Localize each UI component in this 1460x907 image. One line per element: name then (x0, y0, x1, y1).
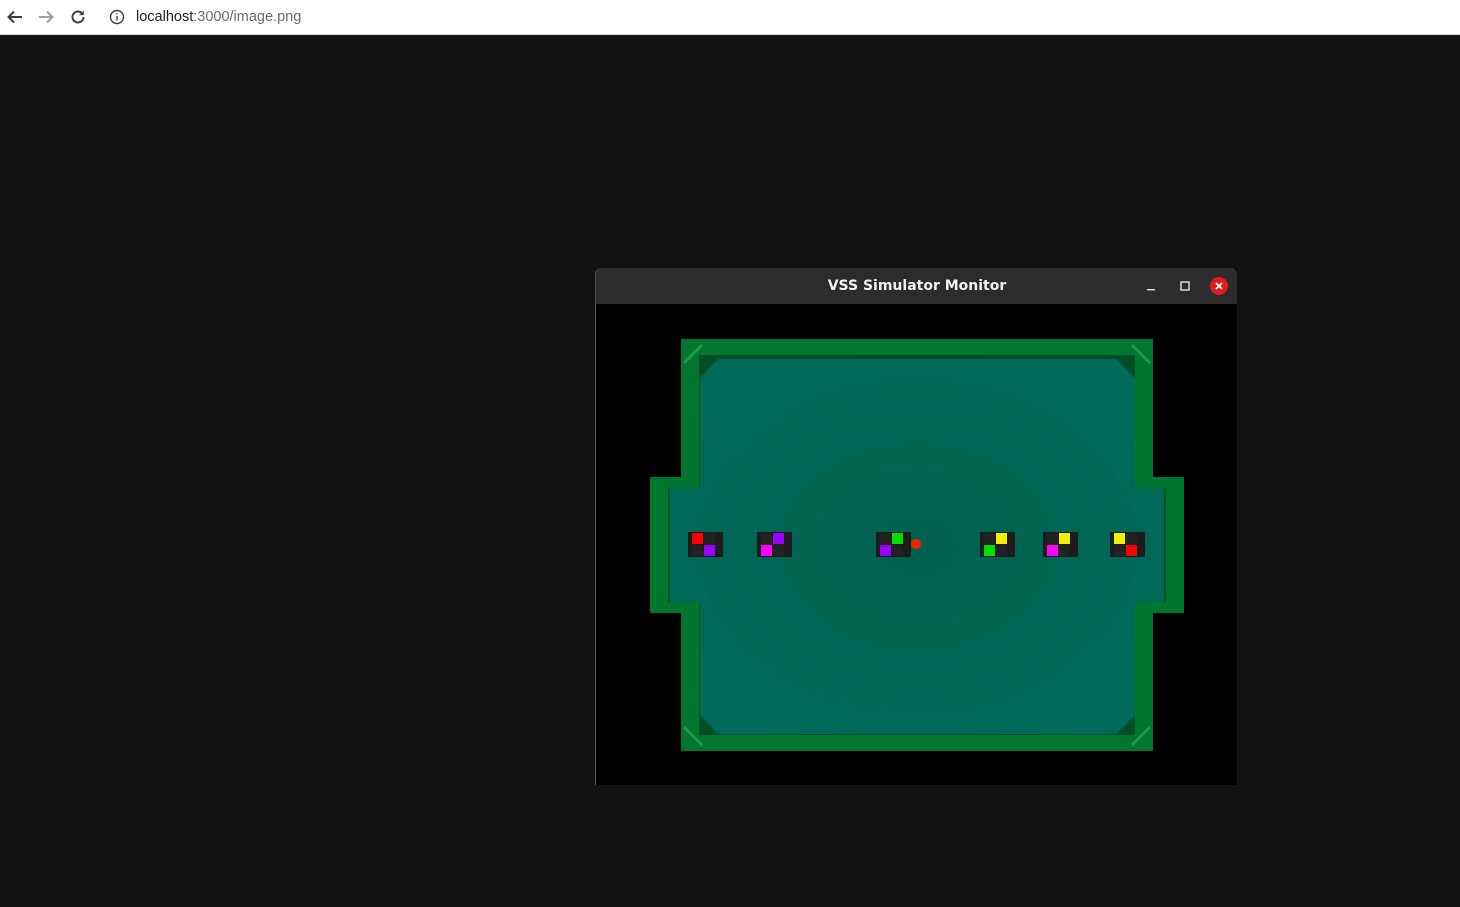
simulator-canvas (595, 304, 1237, 785)
robot-color-tag (996, 545, 1007, 556)
robot-color-tag (773, 533, 784, 544)
ball (911, 539, 921, 549)
minimize-icon[interactable] (1142, 277, 1160, 295)
robot-color-tag (773, 545, 784, 556)
robot-color-tag (1047, 533, 1058, 544)
robot (980, 532, 1015, 557)
reload-icon[interactable] (65, 4, 91, 30)
robot-color-tag (761, 545, 772, 556)
robot-color-tag (984, 545, 995, 556)
robot-color-tag (692, 533, 703, 544)
robot-color-tag (1059, 545, 1070, 556)
info-icon[interactable] (108, 8, 126, 26)
robot-color-tag (880, 533, 891, 544)
robot-color-tag (880, 545, 891, 556)
robot-color-tag (1126, 533, 1137, 544)
forward-arrow-icon[interactable] (33, 4, 59, 30)
robot-color-tag (984, 533, 995, 544)
back-arrow-icon[interactable] (2, 4, 28, 30)
robot-color-tag (1047, 545, 1058, 556)
robot-color-tag (704, 545, 715, 556)
robot-color-tag (761, 533, 772, 544)
robot-color-tag (892, 545, 903, 556)
url-text: localhost:3000/image.png (136, 9, 301, 25)
robot-color-tag (892, 533, 903, 544)
url-path: :3000/image.png (193, 9, 302, 25)
url-host: localhost (136, 9, 194, 25)
robot-color-tag (1114, 545, 1125, 556)
robot-color-tag (704, 533, 715, 544)
robot (757, 532, 792, 557)
robot-color-tag (1114, 533, 1125, 544)
maximize-icon[interactable] (1176, 277, 1194, 295)
browser-toolbar: localhost:3000/image.png (0, 0, 1460, 35)
robot (876, 532, 911, 557)
robot-color-tag (1126, 545, 1137, 556)
robot-color-tag (1059, 533, 1070, 544)
simulator-window: VSS Simulator Monitor (595, 268, 1237, 785)
robot (1110, 532, 1145, 557)
field-svg (650, 339, 1184, 751)
robot-color-tag (692, 545, 703, 556)
robot (1043, 532, 1078, 557)
window-titlebar[interactable]: VSS Simulator Monitor (595, 268, 1237, 304)
robot (688, 532, 723, 557)
robot-color-tag (996, 533, 1007, 544)
close-icon[interactable] (1210, 277, 1228, 295)
address-bar[interactable]: localhost:3000/image.png (104, 3, 1454, 31)
